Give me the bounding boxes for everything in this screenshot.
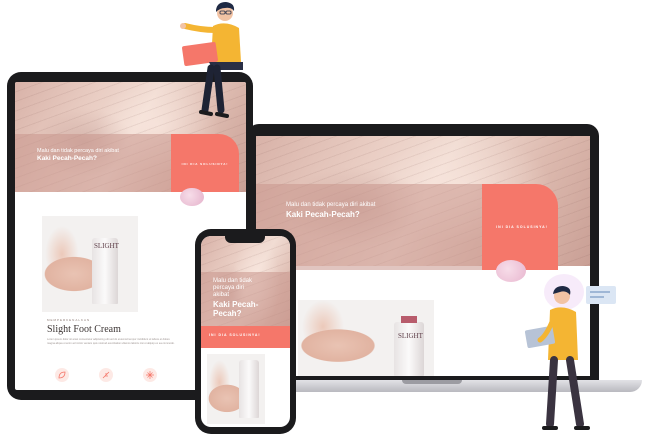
product-card: SLIGHT bbox=[42, 216, 138, 312]
product-card: SLIGHT bbox=[298, 300, 434, 376]
leaf-icon bbox=[55, 368, 69, 382]
product-tube: SLIGHT bbox=[394, 322, 424, 376]
cta-panel bbox=[201, 326, 290, 348]
product-tube: SLIGHT bbox=[92, 238, 119, 304]
person-standing-illustration bbox=[524, 286, 616, 430]
hero-headline: Kaki Pecah-Pecah? bbox=[286, 210, 360, 219]
hero-overlay bbox=[15, 134, 173, 192]
cta-button[interactable]: INI DIA SOLUSINYA! bbox=[490, 225, 554, 229]
product-card bbox=[207, 354, 265, 424]
product-cap bbox=[401, 316, 417, 323]
sparkle-icon bbox=[143, 368, 157, 382]
hero-subtitle-1: Malu dan tidak bbox=[213, 278, 253, 284]
phone-notch bbox=[225, 236, 265, 243]
product-kicker: MEMPERKENALKAN bbox=[47, 318, 91, 322]
person-seated-illustration bbox=[180, 2, 243, 118]
decor-blob bbox=[180, 188, 204, 206]
hero-subtitle: Malu dan tidak percaya diri akibat bbox=[37, 148, 119, 154]
cta-button[interactable]: INI DIA SOLUSINYA! bbox=[209, 333, 261, 337]
cta-button[interactable]: INI DIA SOLUSINYA! bbox=[175, 162, 235, 166]
product-tube bbox=[239, 360, 259, 418]
product-name: Slight Foot Cream bbox=[47, 324, 121, 335]
product-description: Lorem ipsum dolor sit amet consectetur a… bbox=[47, 338, 175, 345]
hero-headline-2: Pecah? bbox=[213, 309, 242, 318]
hero-subtitle-2: percaya diri bbox=[213, 285, 245, 291]
product-photo bbox=[298, 300, 398, 376]
hero-headline-1: Kaki Pecah- bbox=[213, 300, 259, 309]
feather-icon bbox=[99, 368, 113, 382]
product-brand: SLIGHT bbox=[94, 242, 119, 250]
product-brand: SLIGHT bbox=[398, 332, 423, 340]
phone-screen: Malu dan tidak percaya diri akibat Kaki … bbox=[201, 236, 290, 427]
laptop-notch bbox=[402, 380, 462, 384]
hero-subtitle-3: akibat bbox=[213, 292, 230, 298]
hero-subtitle: Malu dan tidak percaya diri akibat bbox=[286, 202, 376, 208]
hero-headline: Kaki Pecah-Pecah? bbox=[37, 155, 97, 162]
